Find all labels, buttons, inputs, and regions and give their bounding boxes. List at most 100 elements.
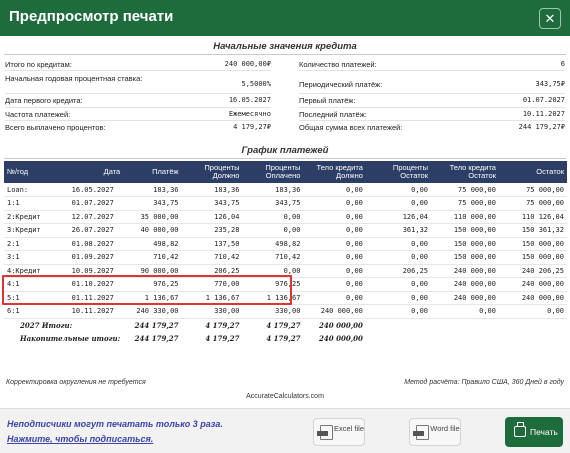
summary-label: Начальная годовая процентная ставка: [5,74,143,83]
column-header: Проценты Оплачено [242,161,304,183]
table-cell: 330,00 [242,304,304,319]
table-cell: 235,28 [181,223,243,238]
excel-file-icon [317,425,333,440]
table-cell: 150 000,00 [498,237,567,251]
table-cell: 183,36 [123,183,182,197]
summary-divider [5,93,271,94]
close-button[interactable]: ✕ [539,8,561,29]
table-cell: 110 000,00 [431,210,499,224]
table-cell: 0,00 [303,210,366,224]
summary-value: 240 000,00₽ [224,60,271,68]
table-cell: 361,32 [365,223,432,238]
table-cell: 150 000,00 [431,237,499,251]
table-header-row: №/год Дата Платёж Проценты Должно Процен… [4,161,567,183]
totals-label: 2027 Итоги: [20,320,73,330]
table-cell: 6:1 [4,304,63,319]
site-credit: AccurateCalculators.com [246,393,324,400]
print-button[interactable]: Печать [505,417,563,447]
table-cell: 0,00 [303,250,366,265]
close-icon: ✕ [544,11,556,26]
table-cell: 240 000,00 [431,277,499,292]
table-cell: 0,00 [242,210,304,224]
totals-cell: 4 179,27 [205,320,240,330]
column-header: Проценты Остаток [365,161,432,183]
totals-label: Накопительные итоги: [20,333,121,343]
table-cell: 3:Кредит [4,223,63,238]
table-cell: 0,00 [365,291,432,305]
table-cell: 01.08.2027 [62,237,124,251]
summary-label: Количество платежей: [299,60,377,69]
table-row: 3:1 01.09.2027 710,42 710,42 710,42 0,00… [4,250,567,265]
summary-divider [299,93,565,94]
totals-row: 2027 Итоги: 244 179,27 4 179,27 4 179,27… [4,318,567,332]
table-cell: 240 000,00 [498,277,567,292]
column-header: Проценты Должно [181,161,243,183]
table-cell: 0,00 [303,264,366,278]
table-cell: 240 000,00 [303,304,366,319]
table-cell: 240 000,00 [431,291,499,305]
table-cell: 0,00 [303,277,366,292]
table-cell: 498,82 [242,237,304,251]
table-row: 3:Кредит 26.07.2027 40 000,00 235,28 0,0… [4,223,567,238]
subscribe-link[interactable]: Нажмите, чтобы подписаться. [7,434,153,444]
table-row: 2:1 01.08.2027 498,82 137,50 498,82 0,00… [4,237,567,251]
table-cell: 0,00 [242,223,304,238]
table-cell: 75 000,00 [498,196,567,211]
table-cell: 10.11.2027 [62,304,124,319]
table-cell: 498,82 [123,237,182,251]
summary-divider [299,120,565,121]
column-header: Дата [62,161,124,183]
word-file-button[interactable]: Word file [409,418,461,446]
totals-cell: 244 179,27 [134,320,179,330]
summary-label: Всего выплачено процентов: [5,123,106,132]
print-limit-notice: Неподписчики могут печатать только 3 раз… [7,419,223,429]
table-cell: 0,00 [303,196,366,211]
totals-cell: 240 000,00 [319,333,363,343]
summary-label: Первый платёж: [299,96,356,105]
word-file-icon [413,425,429,440]
table-row: 1:1 01.07.2027 343,75 343,75 343,75 0,00… [4,196,567,211]
table-cell: 3:1 [4,250,63,265]
summary-rule [4,54,566,55]
printer-icon [514,422,526,437]
column-header: №/год [4,161,63,183]
table-cell: 75 000,00 [431,183,499,197]
table-cell: 150 361,32 [498,223,567,238]
summary-label: Последний платёж: [299,110,367,119]
column-header: Остаток [498,161,567,183]
summary-divider [5,120,271,121]
table-cell: 137,50 [181,237,243,251]
summary-label: Дата первого кредита: [5,96,83,105]
table-cell: 16.05.2027 [62,183,124,197]
summary-value: 244 179,27₽ [518,123,565,131]
print-preview-document: Начальные значения кредита Итого по кред… [0,36,570,408]
table-cell: 710,42 [181,250,243,265]
table-cell: 12.07.2027 [62,210,124,224]
summary-label: Частота платежей: [5,110,71,119]
bottom-bar: Неподписчики могут печатать только 3 раз… [0,408,570,453]
table-cell: 150 000,00 [498,250,567,265]
summary-value: 10.11.2027 [522,110,565,118]
dialog-title: Предпросмотр печати [9,8,174,25]
totals-cell: 240 000,00 [319,320,363,330]
summary-value: Ежемесячно [228,110,271,118]
schedule-title: График платежей [241,145,329,156]
excel-file-button[interactable]: Excel file [313,418,365,446]
rounding-note: Корректировка округления не требуется [6,379,146,386]
table-cell: 0,00 [303,291,366,305]
summary-label: Общая сумма всех платежей: [299,123,403,132]
table-cell: 0,00 [431,304,499,319]
table-cell: 0,00 [303,223,366,238]
table-cell: 110 126,04 [498,210,567,224]
table-cell: 01.09.2027 [62,250,124,265]
table-cell: 0,00 [365,250,432,265]
table-cell: 26.07.2027 [62,223,124,238]
table-cell: 40 000,00 [123,223,182,238]
table-cell: 126,04 [181,210,243,224]
totals-row: Накопительные итоги: 244 179,27 4 179,27… [4,332,567,346]
summary-value: 6 [560,60,565,68]
table-cell: 0,00 [303,183,366,197]
print-label: Печать [530,427,558,437]
summary-divider [5,70,271,71]
highlight-box [2,275,292,305]
